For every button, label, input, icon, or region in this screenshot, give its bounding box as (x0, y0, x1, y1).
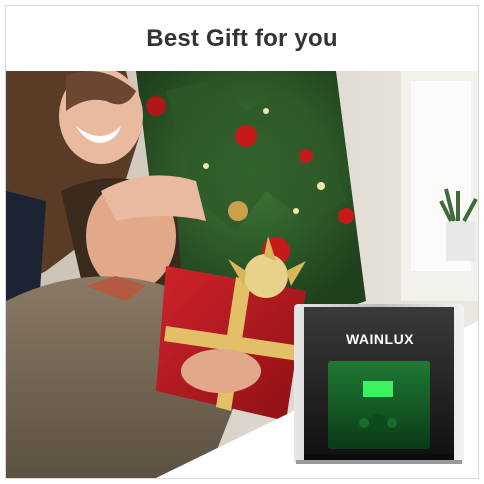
laser-engraver-icon (294, 304, 464, 464)
brand-logo: WAINLUX (346, 331, 414, 347)
page-title: Best Gift for you (146, 24, 338, 52)
banner-illustration: WAINLUX (6, 71, 478, 478)
product-card[interactable]: Best Gift for you WAINLUX (5, 5, 479, 479)
promo-banner[interactable]: WAINLUX (6, 71, 478, 478)
card-header: Best Gift for you (6, 6, 478, 71)
